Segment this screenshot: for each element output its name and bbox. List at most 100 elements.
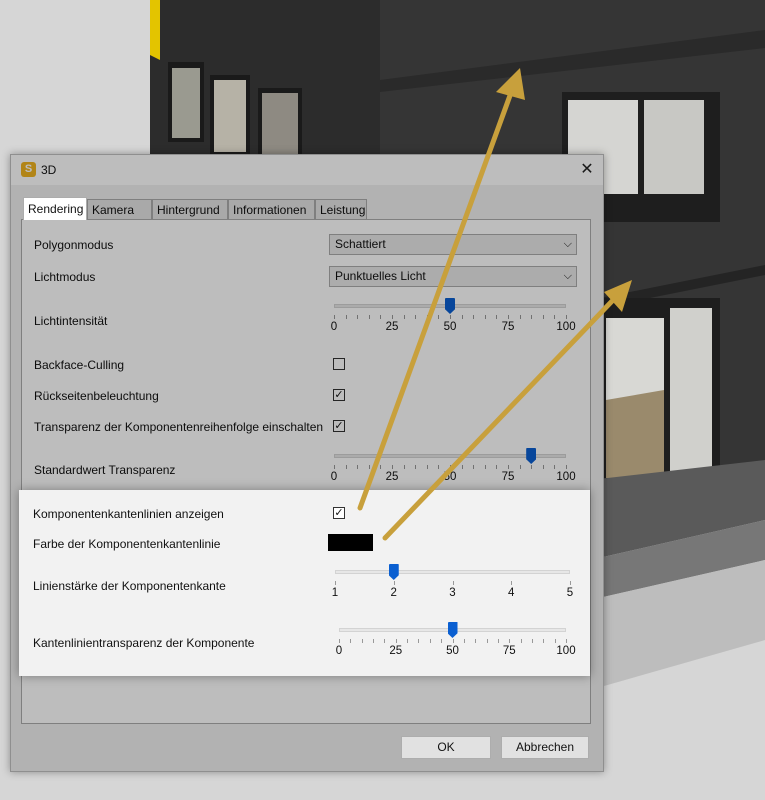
edge-line-color-label: Farbe der Komponentenkantenlinie: [33, 537, 221, 551]
cancel-button[interactable]: Abbrechen: [501, 736, 589, 759]
light-intensity-label: Lichtintensität: [34, 314, 108, 328]
slider-tick: [496, 315, 498, 319]
light-mode-value: Punktuelles Licht: [335, 269, 426, 283]
slider-tick: [554, 315, 556, 319]
slider-tick: [531, 315, 533, 319]
slider-tick: [403, 465, 405, 469]
slider-tick-label: 3: [449, 587, 456, 599]
slider-tick: [508, 465, 509, 469]
light-mode-label: Lichtmodus: [34, 270, 96, 284]
slider-tick: [461, 465, 463, 469]
polygon-mode-label: Polygonmodus: [34, 238, 114, 252]
slider-tick: [531, 465, 533, 469]
slider-tick: [542, 465, 544, 469]
slider-tick-label: 0: [335, 645, 343, 657]
slider-thumb[interactable]: [388, 564, 399, 580]
slider-tick: [519, 315, 521, 319]
slider-tick: [463, 639, 465, 643]
slider-tick: [334, 315, 335, 319]
close-icon[interactable]: ✕: [571, 155, 603, 185]
slider-tick: [473, 315, 475, 319]
slider-tick: [384, 639, 386, 643]
tab-kamera[interactable]: Kamera: [87, 199, 152, 219]
tab-informationen[interactable]: Informationen: [228, 199, 315, 219]
slider-tick: [450, 315, 451, 319]
slider-tick-label: 50: [443, 471, 457, 483]
slider-tick: [473, 465, 475, 469]
show-edge-lines-checkbox[interactable]: ✓: [333, 507, 345, 519]
slider-thumb[interactable]: [526, 448, 537, 464]
slider-tick: [350, 639, 352, 643]
edge-line-transparency-label: Kantenlinientransparenz der Komponente: [33, 636, 255, 650]
slider-tick: [497, 639, 499, 643]
chevron-down-icon: ⌵: [563, 238, 572, 250]
transparency-order-label: Transparenz der Komponentenreihenfolge e…: [34, 420, 324, 434]
slider-tick-label: 75: [502, 645, 516, 657]
slider-tick: [484, 315, 486, 319]
slider-tick-label: 75: [501, 321, 515, 333]
slider-tick-label: 100: [556, 321, 576, 333]
default-transparency-slider[interactable]: 0 25 50 75 100: [330, 448, 576, 490]
slider-tick: [452, 639, 454, 643]
backface-culling-label: Backface-Culling: [34, 358, 125, 372]
slider-tick: [392, 315, 393, 319]
tab-hintergrund[interactable]: Hintergrund: [152, 199, 228, 219]
default-transparency-label: Standardwert Transparenz: [34, 463, 176, 477]
app-icon: S: [21, 162, 36, 177]
slider-tick-label: 25: [385, 321, 399, 333]
tab-rendering[interactable]: Rendering: [23, 197, 87, 220]
slider-tick-label: 0: [330, 321, 338, 333]
backface-culling-checkbox[interactable]: [333, 358, 345, 370]
slider-tick: [357, 315, 359, 319]
slider-tick-label: 2: [390, 587, 397, 599]
edge-line-settings-callout: Komponentenkantenlinien anzeigen ✓ Farbe…: [19, 490, 590, 676]
slider-tick: [335, 581, 336, 585]
slider-tick: [368, 315, 370, 319]
slider-tick-label: 4: [508, 587, 515, 599]
tab-leistung[interactable]: Leistung: [315, 199, 367, 219]
edge-line-width-slider[interactable]: 1 2 3 4 5: [331, 564, 574, 606]
slider-tick-label: 0: [330, 471, 338, 483]
slider-tick-label: 25: [385, 471, 399, 483]
transparency-order-checkbox[interactable]: ✓: [333, 420, 345, 432]
slider-tick: [531, 639, 533, 643]
slider-tick: [496, 465, 498, 469]
slider-tick-label: 5: [566, 587, 574, 599]
slider-tick: [450, 465, 451, 469]
slider-tick-label: 25: [389, 645, 403, 657]
slider-tick: [345, 465, 347, 469]
backside-lighting-label: Rückseitenbeleuchtung: [34, 389, 159, 403]
light-intensity-slider[interactable]: 0 25 50 75 100: [330, 298, 576, 340]
slider-tick-label: 50: [443, 321, 457, 333]
slider-tick: [395, 639, 397, 643]
polygon-mode-value: Schattiert: [335, 237, 386, 251]
slider-tick: [554, 639, 556, 643]
slider-tick-label: 100: [556, 471, 576, 483]
slider-tick: [508, 315, 509, 319]
slider-tick: [418, 639, 420, 643]
slider-tick: [415, 315, 417, 319]
slider-tick: [543, 639, 545, 643]
slider-tick: [380, 465, 382, 469]
slider-tick: [509, 639, 511, 643]
edge-line-color-swatch[interactable]: [328, 534, 373, 551]
backside-lighting-checkbox[interactable]: ✓: [333, 389, 345, 401]
slider-tick: [441, 639, 443, 643]
slider-tick: [357, 465, 359, 469]
slider-tick: [554, 465, 556, 469]
slider-tick-label: 1: [331, 587, 339, 599]
slider-tick: [334, 465, 335, 469]
light-mode-select[interactable]: Punktuelles Licht ⌵: [329, 266, 577, 287]
slider-tick: [407, 639, 409, 643]
show-edge-lines-label: Komponentenkantenlinien anzeigen: [33, 507, 224, 521]
slider-tick: [566, 315, 567, 319]
slider-tick: [475, 639, 477, 643]
slider-thumb[interactable]: [447, 622, 458, 638]
slider-tick: [461, 315, 463, 319]
slider-tick-label: 100: [556, 645, 576, 657]
slider-thumb[interactable]: [445, 298, 455, 314]
3d-settings-dialog: S 3D ✕ Rendering Kamera Hintergrund Info…: [10, 154, 604, 772]
edge-line-transparency-slider[interactable]: 0 25 50 75 100: [335, 622, 576, 664]
polygon-mode-select[interactable]: Schattiert ⌵: [329, 234, 577, 255]
ok-button[interactable]: OK: [401, 736, 491, 759]
